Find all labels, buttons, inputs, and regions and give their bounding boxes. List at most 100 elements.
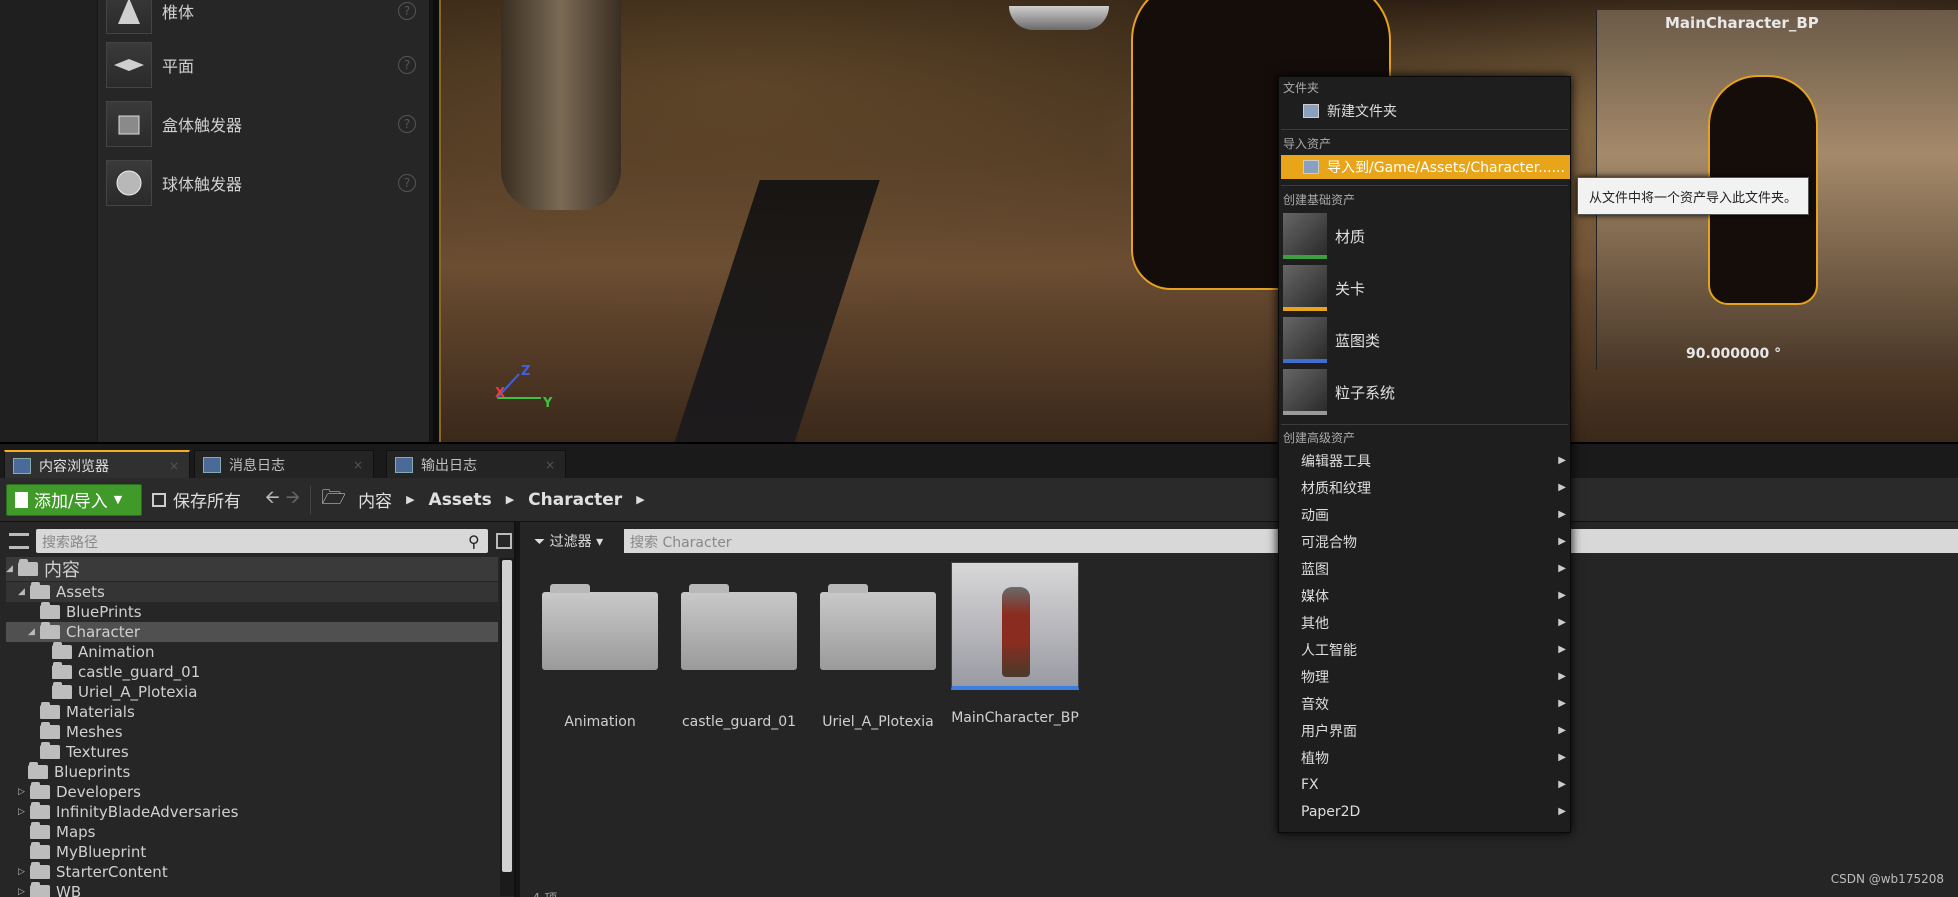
menu-sub-animation[interactable]: 动画 ▶ [1281, 501, 1570, 528]
tree-item-materials[interactable]: Materials [6, 702, 498, 722]
expander-icon[interactable]: ▷ [18, 787, 28, 797]
tree-item-uriel[interactable]: Uriel_A_Plotexia [6, 682, 498, 702]
tree-item-blueprints-lower[interactable]: BluePrints [6, 602, 498, 622]
tree-item-startercontent[interactable]: ▷ StarterContent [6, 862, 498, 882]
close-icon[interactable]: × [545, 458, 555, 472]
place-item-cone[interactable]: 椎体 ? [106, 0, 422, 36]
tree-item-content[interactable]: ◢ 内容 [6, 557, 498, 581]
tree-settings-icon[interactable] [496, 533, 512, 549]
search-icon[interactable]: ⚲ [468, 532, 480, 551]
tree-item-animation[interactable]: Animation [6, 642, 498, 662]
menu-sub-paper2d[interactable]: Paper2D ▶ [1281, 798, 1570, 825]
tree-menu-icon[interactable] [9, 533, 29, 549]
scene-floor-stripe [662, 180, 880, 442]
chevron-right-icon[interactable]: ▶ [406, 493, 414, 506]
menu-item-label: 蓝图 [1301, 561, 1329, 578]
close-icon[interactable]: × [169, 459, 179, 473]
menu-item-blueprint-class[interactable]: 蓝图类 [1283, 316, 1570, 364]
tree-scroll-thumb[interactable] [502, 560, 512, 872]
breadcrumb-content[interactable]: 内容 [358, 487, 392, 512]
material-icon [1283, 213, 1327, 259]
chevron-right-icon: ▶ [1558, 752, 1566, 763]
menu-sub-user-interface[interactable]: 用户界面 ▶ [1281, 717, 1570, 744]
help-icon[interactable]: ? [398, 174, 416, 192]
back-arrow-icon[interactable]: 🡨 [265, 485, 280, 515]
breadcrumb-assets[interactable]: Assets [429, 490, 492, 510]
place-item-plane[interactable]: 平面 ? [106, 40, 422, 90]
level-viewport[interactable]: MainCharacter_BP 90.000000 ° X Y Z [433, 0, 1958, 442]
menu-item-label: 人工智能 [1301, 642, 1357, 659]
save-all-button[interactable]: 保存所有 [152, 484, 241, 516]
menu-item-import-to[interactable]: 导入到/Game/Assets/Character...... [1281, 155, 1570, 179]
chevron-down-icon: ▾ [596, 534, 604, 550]
tree-item-character[interactable]: ◢ Character [6, 622, 498, 642]
folder-icon [30, 822, 50, 839]
tree-item-meshes[interactable]: Meshes [6, 722, 498, 742]
expander-icon[interactable]: ◢ [6, 564, 16, 574]
expander-icon[interactable]: ▷ [18, 807, 28, 817]
tree-item-blueprints[interactable]: Blueprints [6, 762, 498, 782]
asset-tile-maincharacter-bp[interactable]: MainCharacter_BP [951, 562, 1079, 726]
menu-sub-editor-tools[interactable]: 编辑器工具 ▶ [1281, 447, 1570, 474]
place-item-box-trigger[interactable]: 盒体触发器 ? [106, 99, 422, 149]
tree-item-maps[interactable]: Maps [6, 822, 498, 842]
chevron-right-icon[interactable]: ▶ [636, 493, 644, 506]
help-icon[interactable]: ? [398, 115, 416, 133]
asset-tile-animation[interactable]: Animation [536, 562, 664, 730]
menu-item-particle-system[interactable]: 粒子系统 [1283, 368, 1570, 416]
close-icon[interactable]: × [353, 458, 363, 472]
menu-sub-physics[interactable]: 物理 ▶ [1281, 663, 1570, 690]
help-icon[interactable]: ? [398, 56, 416, 74]
menu-sub-materials-textures[interactable]: 材质和纹理 ▶ [1281, 474, 1570, 501]
menu-sub-fx[interactable]: FX ▶ [1281, 771, 1570, 798]
tree-item-assets[interactable]: ◢ Assets [6, 582, 498, 602]
tree-item-developers[interactable]: ▷ Developers [6, 782, 498, 802]
menu-item-material[interactable]: 材质 [1283, 212, 1570, 260]
tab-output-log[interactable]: 输出日志 × [386, 450, 566, 480]
toolbar-divider [310, 485, 312, 514]
tree-item-label: Developers [56, 783, 141, 801]
menu-sub-other[interactable]: 其他 ▶ [1281, 609, 1570, 636]
tree-item-myblueprint[interactable]: MyBlueprint [6, 842, 498, 862]
bottom-tab-bar: 内容浏览器 × 消息日志 × 输出日志 × [0, 442, 1958, 480]
menu-sub-ai[interactable]: 人工智能 ▶ [1281, 636, 1570, 663]
menu-item-label: 音效 [1301, 696, 1329, 713]
tree-item-textures[interactable]: Textures [6, 742, 498, 762]
place-item-label: 椎体 [162, 3, 195, 22]
expander-icon[interactable]: ◢ [18, 587, 28, 597]
tab-message-log[interactable]: 消息日志 × [194, 450, 374, 480]
viewport-asset-title: MainCharacter_BP [1665, 14, 1819, 32]
path-search-input[interactable]: 搜索路径 [36, 529, 488, 553]
tab-content-browser[interactable]: 内容浏览器 × [4, 450, 190, 480]
add-import-button[interactable]: 添加/导入 ▼ [6, 483, 142, 516]
menu-item-level[interactable]: 关卡 [1283, 264, 1570, 312]
menu-sub-sound[interactable]: 音效 ▶ [1281, 690, 1570, 717]
menu-sub-media[interactable]: 媒体 ▶ [1281, 582, 1570, 609]
expander-icon[interactable]: ▷ [18, 887, 28, 897]
asset-tile-castle-guard[interactable]: castle_guard_01 [675, 562, 803, 730]
folder-icon [40, 702, 60, 719]
place-item-sphere-trigger[interactable]: 球体触发器 ? [106, 158, 422, 208]
tree-item-castle-guard[interactable]: castle_guard_01 [6, 662, 498, 682]
menu-item-label: 材质 [1335, 227, 1366, 246]
tree-item-infinityblade[interactable]: ▷ InfinityBladeAdversaries [6, 802, 498, 822]
filter-button[interactable]: ⏷ 过滤器 ▾ [534, 531, 603, 551]
folder-open-icon[interactable]: 🗁 [321, 483, 346, 517]
place-item-label: 球体触发器 [162, 175, 243, 194]
menu-sub-foliage[interactable]: 植物 ▶ [1281, 744, 1570, 771]
menu-item-label: 媒体 [1301, 588, 1329, 605]
asset-tile-uriel[interactable]: Uriel_A_Plotexia [814, 562, 942, 730]
chevron-right-icon[interactable]: ▶ [506, 493, 514, 506]
expander-icon[interactable]: ◢ [28, 627, 38, 637]
menu-sub-blendables[interactable]: 可混合物 ▶ [1281, 528, 1570, 555]
tree-item-wb[interactable]: ▷ WB [6, 882, 498, 897]
menu-item-new-folder[interactable]: 新建文件夹 [1281, 99, 1570, 123]
tree-scrollbar[interactable] [500, 558, 514, 896]
forward-arrow-icon[interactable]: 🡪 [286, 485, 301, 515]
menu-sub-blueprint[interactable]: 蓝图 ▶ [1281, 555, 1570, 582]
breadcrumb-character[interactable]: Character [528, 490, 622, 510]
expander-icon[interactable]: ▷ [18, 867, 28, 877]
viewport-scene[interactable]: MainCharacter_BP 90.000000 ° X Y Z [439, 0, 1958, 442]
save-disk-icon [152, 492, 166, 507]
help-icon[interactable]: ? [398, 2, 416, 20]
